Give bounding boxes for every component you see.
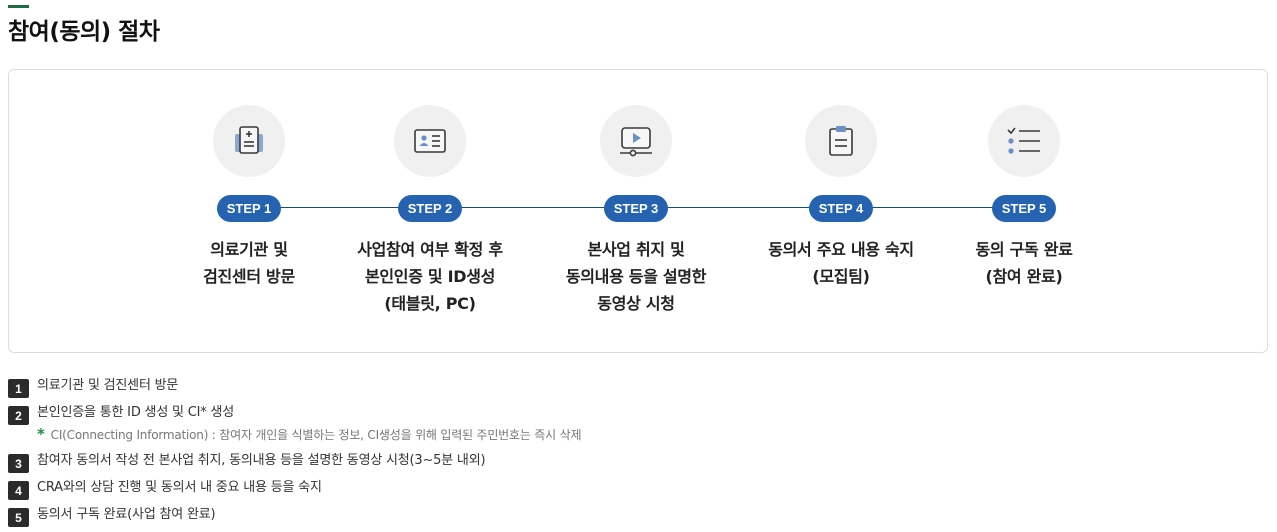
note-item: 3 참여자 동의서 작성 전 본사업 취지, 동의내용 등을 설명한 동영상 시…: [8, 452, 486, 473]
note-number: 3: [8, 454, 29, 473]
page-title: 참여(동의) 절차: [8, 19, 160, 45]
step-badge: STEP 2: [397, 195, 463, 222]
clipboard-icon: [805, 105, 877, 177]
step-label: 본사업 취지 및 동의내용 등을 설명한 동영상 시청: [565, 240, 707, 313]
step-badge: STEP 5: [991, 195, 1057, 222]
asterisk-icon: *: [37, 425, 45, 443]
note-text: 참여자 동의서 작성 전 본사업 취지, 동의내용 등을 설명한 동영상 시청(…: [37, 453, 486, 468]
step-label: 동의 구독 완료 (참여 완료): [975, 240, 1073, 286]
note-item: 5 동의서 구독 완료(사업 참여 완료): [8, 506, 216, 527]
step-label: 사업참여 여부 확정 후 본인인증 및 ID생성 (태블릿, PC): [357, 240, 503, 313]
note-sub-text: * CI(Connecting Information) : 참여자 개인을 식…: [37, 425, 581, 443]
note-text: CRA와의 상담 진행 및 동의서 내 중요 내용 등을 숙지: [37, 480, 322, 495]
step-badge: STEP 1: [216, 195, 282, 222]
step-label: 동의서 주요 내용 숙지 (모집팀): [768, 240, 914, 286]
note-item: 1 의료기관 및 검진센터 방문: [8, 377, 178, 398]
video-play-icon: [600, 105, 672, 177]
step-label: 의료기관 및 검진센터 방문: [203, 240, 295, 286]
note-text: 본인인증을 통한 ID 생성 및 CI* 생성: [37, 405, 234, 420]
note-item: 2 본인인증을 통한 ID 생성 및 CI* 생성: [8, 404, 234, 425]
note-number: 2: [8, 406, 29, 425]
note-number: 1: [8, 379, 29, 398]
note-item: 4 CRA와의 상담 진행 및 동의서 내 중요 내용 등을 숙지: [8, 479, 322, 500]
id-card-icon: [394, 105, 466, 177]
note-sub-text-content: CI(Connecting Information) : 참여자 개인을 식별하…: [50, 427, 582, 442]
title-accent-bar: [8, 5, 29, 8]
step-5: STEP 5 동의 구독 완료 (참여 완료): [899, 105, 1149, 290]
step-badge: STEP 3: [603, 195, 669, 222]
clipboard-plus-icon: [213, 105, 285, 177]
checklist-icon: [988, 105, 1060, 177]
note-text: 의료기관 및 검진센터 방문: [37, 378, 179, 393]
step-badge: STEP 4: [808, 195, 874, 222]
note-text: 동의서 구독 완료(사업 참여 완료): [37, 507, 216, 522]
note-number: 4: [8, 481, 29, 500]
note-number: 5: [8, 508, 29, 527]
